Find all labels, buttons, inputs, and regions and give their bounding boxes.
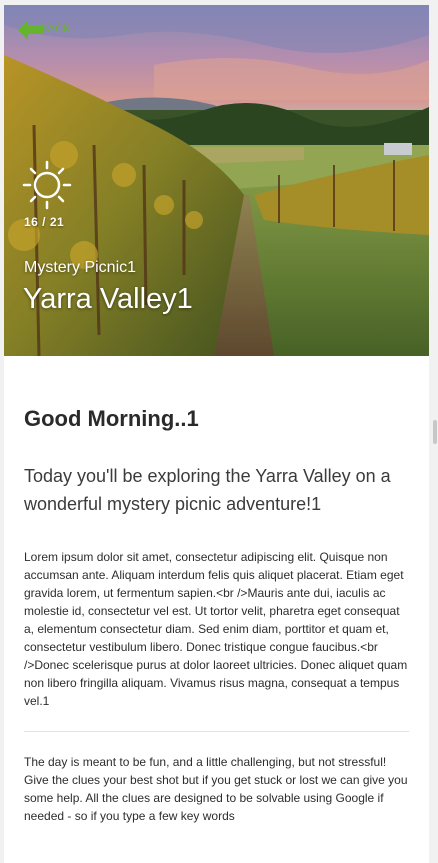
content-area: Good Morning..1 Today you'll be explorin…	[4, 406, 429, 825]
hero-banner: BACK 16 / 21 Mystery Picnic1 Yarra Valle…	[4, 5, 429, 356]
hero-subtitle: Mystery Picnic1	[24, 259, 137, 276]
back-button[interactable]: BACK	[16, 17, 86, 43]
day-counter: 16 / 21	[24, 215, 65, 229]
back-label: BACK	[40, 23, 71, 35]
body-paragraph: The day is meant to be fun, and a little…	[24, 755, 408, 823]
section-divider	[24, 731, 409, 732]
app-screen: BACK 16 / 21 Mystery Picnic1 Yarra Valle…	[4, 5, 429, 863]
body-paragraph: Lorem ipsum dolor sit amet, consectetur …	[24, 550, 408, 708]
hero-title: Yarra Valley1	[23, 283, 193, 315]
scrollbar-thumb[interactable]	[433, 420, 437, 444]
greeting-heading: Good Morning..1	[24, 406, 199, 431]
intro-lead: Today you'll be exploring the Yarra Vall…	[24, 466, 391, 514]
sun-icon	[22, 160, 72, 210]
